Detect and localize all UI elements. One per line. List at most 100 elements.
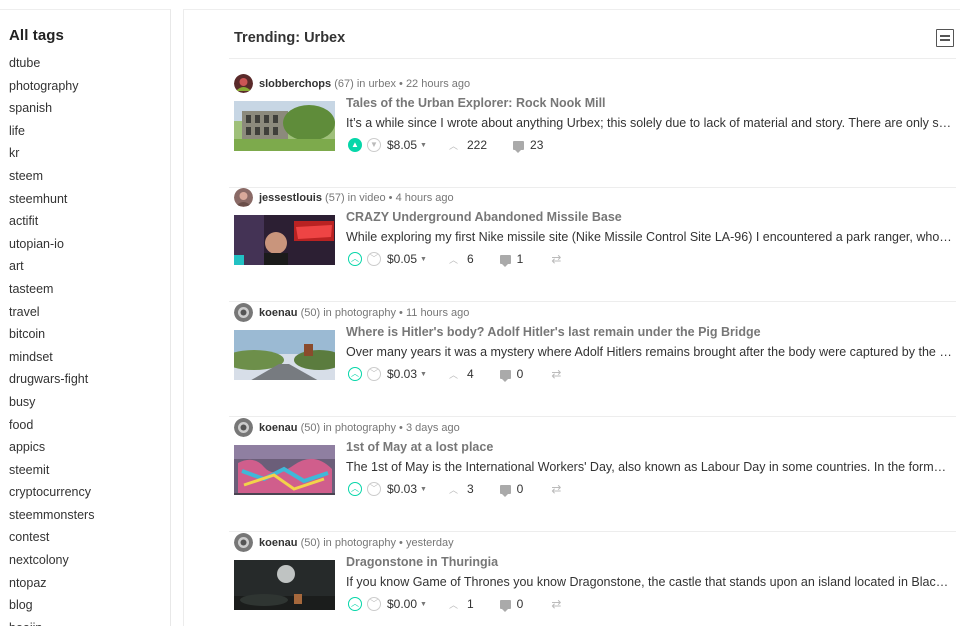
post-summary[interactable]: The 1st of May is the International Work…: [346, 460, 952, 474]
chevron-up-circle-icon[interactable]: ︿: [348, 367, 362, 381]
votes-value: 1: [466, 597, 474, 611]
tag-link[interactable]: food: [9, 414, 170, 437]
post-summary[interactable]: While exploring my first Nike missile si…: [346, 230, 952, 244]
votes-count[interactable]: ︿ 6: [449, 252, 474, 266]
tag-link[interactable]: travel: [9, 301, 170, 324]
post-title[interactable]: 1st of May at a lost place: [346, 440, 493, 454]
post-thumbnail[interactable]: [234, 215, 335, 265]
chevron-down-circle-icon[interactable]: ﹀: [367, 252, 381, 266]
replies-value: 0: [516, 367, 524, 381]
post-title[interactable]: Where is Hitler's body? Adolf Hitler's l…: [346, 325, 761, 339]
replies-link[interactable]: 0: [499, 482, 523, 497]
chevron-up-icon: ︿: [448, 369, 458, 380]
post-summary[interactable]: It’s a while since I wrote about anythin…: [346, 116, 952, 130]
votes-count[interactable]: ︿ 3: [449, 482, 474, 496]
author-link[interactable]: jessestlouis: [259, 192, 322, 204]
list-layout-icon[interactable]: [936, 29, 954, 47]
caret-down-icon: ▼: [420, 485, 427, 493]
post-title[interactable]: Tales of the Urban Explorer: Rock Nook M…: [346, 96, 606, 110]
tag-link[interactable]: life: [9, 120, 170, 143]
tag-link[interactable]: busy: [9, 391, 170, 414]
author-link[interactable]: koenau: [259, 307, 298, 319]
replies-link[interactable]: 0: [499, 367, 524, 382]
chevron-up-circle-icon[interactable]: ︿: [348, 597, 362, 611]
chevron-down-circle-icon[interactable]: ﹀: [367, 482, 381, 496]
avatar[interactable]: [234, 303, 253, 322]
tag-link[interactable]: blog: [9, 594, 170, 617]
tag-link[interactable]: ntopaz: [9, 572, 170, 595]
chevron-up-circle-icon[interactable]: ︿: [348, 252, 362, 266]
avatar[interactable]: [234, 533, 253, 552]
author-link[interactable]: koenau: [259, 422, 298, 434]
tag-link[interactable]: utopian-io: [9, 233, 170, 256]
payout-dropdown[interactable]: $0.05 ▼: [387, 252, 427, 266]
chevron-down-circle-icon[interactable]: ﹀: [367, 597, 381, 611]
tag-link[interactable]: tasteem: [9, 278, 170, 301]
tag-link[interactable]: beejin: [9, 617, 170, 626]
category-link[interactable]: photography: [335, 537, 396, 549]
post-summary[interactable]: If you know Game of Thrones you know Dra…: [346, 575, 952, 589]
category-link[interactable]: video: [359, 192, 385, 204]
chevron-down-circle-icon[interactable]: ﹀: [367, 367, 381, 381]
post-thumbnail[interactable]: [234, 330, 335, 380]
reblog-icon[interactable]: ⇄: [551, 367, 561, 381]
post-time[interactable]: yesterday: [406, 537, 454, 549]
post-time[interactable]: 3 days ago: [406, 422, 460, 434]
replies-link[interactable]: 0: [499, 597, 523, 612]
post-title[interactable]: Dragonstone in Thuringia: [346, 555, 498, 569]
tag-link[interactable]: appics: [9, 436, 170, 459]
post-thumbnail[interactable]: [234, 560, 335, 610]
tag-link[interactable]: bitcoin: [9, 323, 170, 346]
post-thumbnail[interactable]: [234, 101, 335, 151]
category-link[interactable]: urbex: [368, 78, 396, 90]
post-summary[interactable]: Over many years it was a mystery where A…: [346, 345, 952, 359]
chevron-up-circle-icon[interactable]: ▲: [348, 138, 362, 152]
avatar[interactable]: [234, 74, 253, 93]
payout-dropdown[interactable]: $0.00 ▼: [387, 597, 427, 611]
reblog-icon[interactable]: ⇄: [551, 482, 561, 496]
category-link[interactable]: photography: [335, 422, 396, 434]
post-thumbnail[interactable]: [234, 445, 335, 495]
tag-link[interactable]: steemmonsters: [9, 504, 170, 527]
tag-link[interactable]: art: [9, 255, 170, 278]
author-link[interactable]: koenau: [259, 537, 298, 549]
avatar[interactable]: [234, 188, 253, 207]
tag-link[interactable]: contest: [9, 526, 170, 549]
author-reputation: (57): [325, 192, 345, 204]
post-time[interactable]: 4 hours ago: [396, 192, 454, 204]
payout-dropdown[interactable]: $0.03 ▼: [387, 482, 427, 496]
replies-link[interactable]: 23: [513, 138, 543, 153]
post-time[interactable]: 11 hours ago: [406, 307, 469, 319]
payout-dropdown[interactable]: $0.03 ▼: [387, 367, 427, 381]
payout-value: $0.03: [387, 482, 418, 496]
tag-link[interactable]: spanish: [9, 97, 170, 120]
tag-link[interactable]: cryptocurrency: [9, 481, 170, 504]
tag-link[interactable]: photography: [9, 75, 170, 98]
replies-link[interactable]: 1: [499, 252, 523, 267]
tags-sidebar: All tags dtube photography spanish life …: [0, 9, 171, 626]
tag-link[interactable]: steemhunt: [9, 188, 170, 211]
chevron-down-circle-icon[interactable]: ▼: [367, 138, 381, 152]
reblog-icon[interactable]: ⇄: [551, 597, 561, 611]
author-link[interactable]: slobberchops: [259, 78, 331, 90]
avatar[interactable]: [234, 418, 253, 437]
votes-count[interactable]: ︿ 222: [449, 138, 487, 152]
chevron-up-circle-icon[interactable]: ︿: [348, 482, 362, 496]
tag-link[interactable]: mindset: [9, 346, 170, 369]
payout-dropdown[interactable]: $8.05 ▼: [387, 138, 427, 152]
reblog-icon[interactable]: ⇄: [551, 252, 561, 266]
votes-count[interactable]: ︿ 4: [449, 367, 474, 381]
tag-link[interactable]: drugwars-fight: [9, 368, 170, 391]
in-label: in: [347, 192, 357, 204]
tag-link[interactable]: nextcolony: [9, 549, 170, 572]
post-time[interactable]: 22 hours ago: [406, 78, 470, 90]
tag-link[interactable]: steem: [9, 165, 170, 188]
post-title[interactable]: CRAZY Underground Abandoned Missile Base: [346, 210, 622, 224]
category-link[interactable]: photography: [335, 307, 396, 319]
tag-link[interactable]: kr: [9, 142, 170, 165]
tag-link[interactable]: steemit: [9, 459, 170, 482]
votes-count[interactable]: ︿ 1: [449, 597, 474, 611]
tag-link[interactable]: actifit: [9, 210, 170, 233]
tag-link[interactable]: dtube: [9, 52, 170, 75]
payout-value: $0.03: [387, 367, 418, 381]
